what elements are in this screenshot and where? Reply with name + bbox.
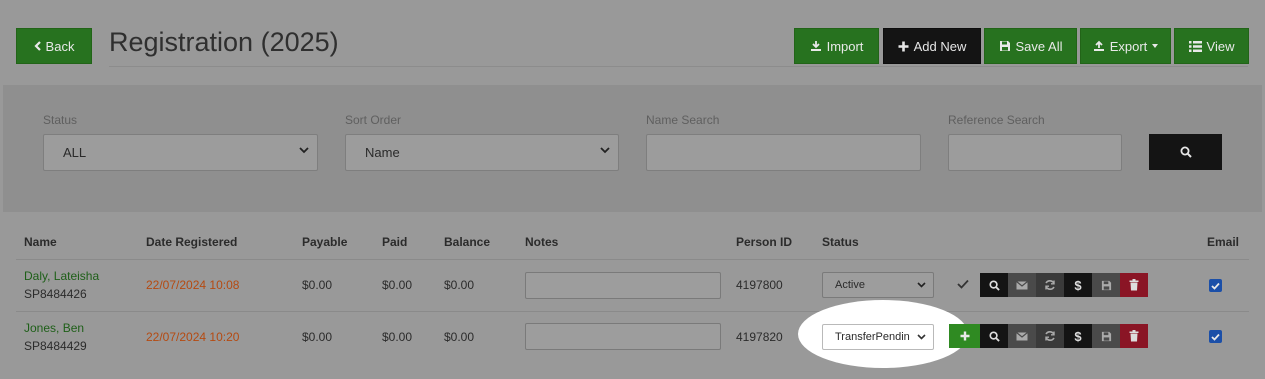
- balance-value: $0.00: [444, 278, 475, 292]
- balance-value: $0.00: [444, 330, 475, 344]
- column-header-date-registered: Date Registered: [146, 235, 238, 249]
- list-icon: [1188, 40, 1202, 52]
- person-id: 4197820: [736, 330, 783, 344]
- notes-input[interactable]: [525, 323, 721, 350]
- import-icon: [810, 40, 822, 52]
- status-value: Active: [835, 279, 865, 291]
- status-select[interactable]: Active: [822, 272, 934, 298]
- refresh-button[interactable]: [1036, 273, 1064, 297]
- view-details-button[interactable]: [980, 273, 1008, 297]
- column-header-notes: Notes: [525, 235, 559, 249]
- search-icon: [1180, 146, 1192, 158]
- search-button[interactable]: [1149, 134, 1222, 170]
- notes-input[interactable]: [525, 272, 721, 299]
- column-header-person-id: Person ID: [736, 235, 793, 249]
- email-button[interactable]: [1008, 273, 1036, 297]
- view-button[interactable]: View: [1174, 28, 1249, 64]
- add-button[interactable]: [949, 324, 980, 348]
- chevron-down-icon: [600, 147, 610, 154]
- import-label: Import: [826, 38, 864, 54]
- delete-button[interactable]: [1120, 273, 1148, 297]
- person-id: 4197800: [736, 278, 783, 292]
- title-divider: [109, 66, 1248, 67]
- column-header-payable: Payable: [302, 235, 348, 249]
- status-filter-label: Status: [43, 113, 78, 127]
- sort-order-select[interactable]: Name: [345, 134, 619, 171]
- save-all-label: Save All: [1015, 38, 1063, 54]
- status-filter-value: ALL: [63, 145, 87, 160]
- status-select[interactable]: TransferPendin: [822, 324, 934, 350]
- status-filter-select[interactable]: ALL: [43, 134, 318, 171]
- name-search-label: Name Search: [646, 113, 720, 127]
- add-new-button[interactable]: Add New: [883, 28, 981, 64]
- payment-button[interactable]: $: [1064, 273, 1092, 297]
- envelope-icon: [1016, 331, 1028, 341]
- plus-icon: [898, 41, 909, 52]
- column-header-balance: Balance: [444, 235, 491, 249]
- email-button[interactable]: [1008, 324, 1036, 348]
- save-all-button[interactable]: Save All: [984, 28, 1077, 64]
- envelope-icon: [1016, 280, 1028, 290]
- caret-down-icon: [1152, 44, 1159, 48]
- column-header-name: Name: [24, 235, 57, 249]
- reference-search-label: Reference Search: [948, 113, 1045, 127]
- person-reference: SP8484429: [24, 339, 87, 353]
- back-button[interactable]: Back: [16, 28, 92, 64]
- email-checkbox[interactable]: [1209, 279, 1222, 292]
- check-icon: [957, 279, 969, 289]
- refresh-button[interactable]: [1036, 324, 1064, 348]
- dollar-icon: $: [1074, 277, 1082, 293]
- email-checkbox[interactable]: [1209, 330, 1222, 343]
- header-divider: [16, 259, 1249, 260]
- plus-icon: [960, 331, 970, 341]
- name-search-input[interactable]: [646, 134, 921, 171]
- refresh-icon: [1044, 330, 1056, 342]
- person-reference: SP8484426: [24, 287, 87, 301]
- person-name-link[interactable]: Daly, Lateisha: [24, 269, 99, 283]
- page-title: Registration (2025): [109, 27, 339, 57]
- payable-value: $0.00: [302, 278, 333, 292]
- chevron-down-icon: [299, 147, 309, 154]
- floppy-disk-icon: [1101, 280, 1112, 291]
- date-registered: 22/07/2024 10:20: [146, 330, 240, 344]
- view-label: View: [1206, 38, 1235, 54]
- refresh-icon: [1044, 279, 1056, 291]
- back-label: Back: [45, 38, 75, 54]
- reference-search-input[interactable]: [948, 134, 1122, 171]
- dollar-icon: $: [1074, 328, 1082, 344]
- status-value: TransferPendin: [835, 331, 910, 343]
- export-label: Export: [1109, 38, 1148, 54]
- column-header-email: Email: [1207, 235, 1240, 249]
- chevron-down-icon: [917, 334, 926, 340]
- delete-button[interactable]: [1120, 324, 1148, 348]
- floppy-disk-icon: [1101, 331, 1112, 342]
- date-registered: 22/07/2024 10:08: [146, 278, 240, 292]
- import-button[interactable]: Import: [794, 28, 879, 64]
- sort-order-label: Sort Order: [345, 113, 402, 127]
- save-row-button[interactable]: [1092, 273, 1120, 297]
- payment-button[interactable]: $: [1064, 324, 1092, 348]
- sort-order-value: Name: [365, 145, 400, 160]
- floppy-disk-icon: [999, 40, 1011, 52]
- add-new-label: Add New: [913, 38, 967, 54]
- row-divider: [16, 311, 1249, 312]
- view-details-button[interactable]: [980, 324, 1008, 348]
- paid-value: $0.00: [382, 330, 413, 344]
- paid-value: $0.00: [382, 278, 413, 292]
- payable-value: $0.00: [302, 330, 333, 344]
- trash-icon: [1129, 279, 1139, 291]
- search-icon: [988, 330, 1000, 342]
- column-header-paid: Paid: [382, 235, 408, 249]
- column-header-status: Status: [822, 235, 859, 249]
- person-name-link[interactable]: Jones, Ben: [24, 321, 84, 335]
- export-button[interactable]: Export: [1080, 28, 1171, 64]
- search-icon: [988, 279, 1000, 291]
- chevron-down-icon: [917, 282, 926, 288]
- trash-icon: [1129, 330, 1139, 342]
- save-row-button[interactable]: [1092, 324, 1120, 348]
- chevron-left-icon: [33, 41, 41, 51]
- export-icon: [1093, 40, 1105, 52]
